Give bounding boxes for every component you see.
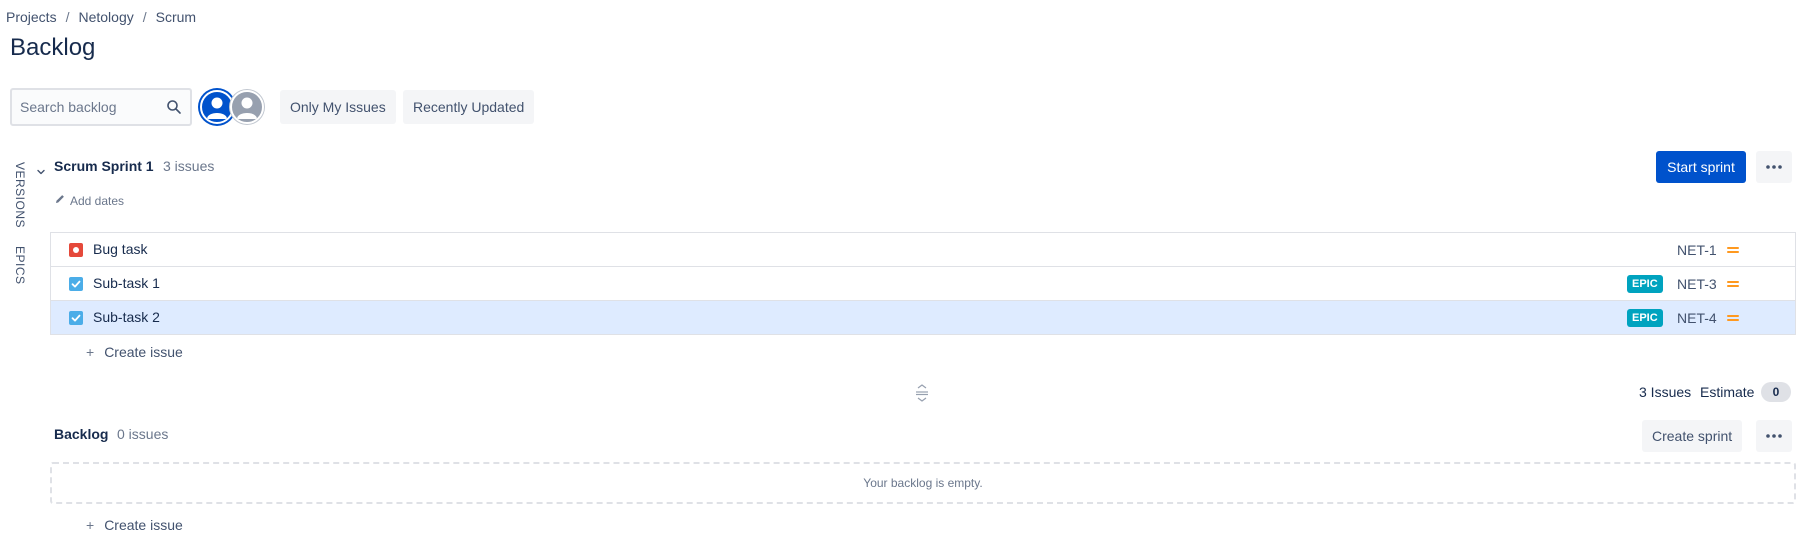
- estimate-label: Estimate: [1700, 384, 1755, 400]
- more-icon: [1766, 165, 1782, 169]
- only-my-issues-button[interactable]: Only My Issues: [280, 90, 396, 124]
- backlog-empty-state: Your backlog is empty.: [50, 462, 1796, 504]
- search-icon[interactable]: [166, 99, 182, 115]
- breadcrumb-scrum[interactable]: Scrum: [156, 9, 196, 25]
- more-icon: [1766, 434, 1782, 438]
- issue-row[interactable]: Sub-task 1 EPIC NET-3: [51, 267, 1795, 301]
- versions-tab[interactable]: VERSIONS: [13, 162, 27, 228]
- breadcrumb: Projects / Netology / Scrum: [6, 9, 196, 25]
- user-icon: [207, 97, 227, 119]
- sprint-create-issue-button[interactable]: + Create issue: [86, 344, 183, 360]
- pencil-icon: [54, 193, 66, 208]
- avatar-filter-user-2[interactable]: [230, 90, 264, 124]
- priority-medium-icon: [1726, 311, 1740, 323]
- add-dates-link[interactable]: Add dates: [54, 193, 124, 208]
- create-sprint-button[interactable]: Create sprint: [1642, 420, 1743, 452]
- priority-medium-icon: [1726, 243, 1740, 255]
- backlog-create-issue-button[interactable]: + Create issue: [86, 517, 183, 533]
- bug-icon: [69, 243, 83, 257]
- issue-row[interactable]: Sub-task 2 EPIC NET-4: [51, 301, 1795, 334]
- backlog-more-button[interactable]: [1756, 420, 1792, 452]
- epic-badge[interactable]: EPIC: [1627, 309, 1663, 327]
- start-sprint-button[interactable]: Start sprint: [1656, 151, 1746, 183]
- sprint-issue-list: Bug task NET-1 Sub-task 1 EPIC NET-3 Sub…: [50, 232, 1796, 335]
- issue-row[interactable]: Bug task NET-1: [51, 233, 1795, 267]
- issue-key[interactable]: NET-1: [1677, 242, 1717, 258]
- create-issue-label: Create issue: [104, 517, 183, 533]
- user-icon: [237, 97, 257, 119]
- create-issue-label: Create issue: [104, 344, 183, 360]
- chevron-down-icon[interactable]: [36, 164, 46, 175]
- backlog-issue-count: 0 issues: [117, 426, 169, 442]
- add-dates-label: Add dates: [70, 193, 125, 208]
- page-title: Backlog: [10, 34, 96, 61]
- issue-key[interactable]: NET-3: [1677, 276, 1717, 292]
- breadcrumb-projects[interactable]: Projects: [6, 9, 57, 25]
- issue-summary[interactable]: Bug task: [93, 241, 147, 257]
- breadcrumb-netology[interactable]: Netology: [78, 9, 133, 25]
- backlog-empty-text: Your backlog is empty.: [863, 476, 983, 490]
- breadcrumb-separator: /: [65, 9, 70, 25]
- epic-badge[interactable]: EPIC: [1627, 275, 1663, 293]
- priority-medium-icon: [1726, 277, 1740, 289]
- plus-icon: +: [86, 344, 95, 360]
- epics-tab[interactable]: EPICS: [13, 246, 27, 285]
- estimate-value-badge: 0: [1761, 382, 1791, 402]
- sprint-name: Scrum Sprint 1: [54, 158, 154, 174]
- plus-icon: +: [86, 517, 95, 533]
- issue-summary[interactable]: Sub-task 2: [93, 309, 160, 325]
- search-box: [10, 88, 192, 126]
- subtask-checkbox-icon: [69, 311, 83, 325]
- sprint-issue-total: 3 Issues: [1639, 384, 1692, 400]
- backlog-section-title: Backlog: [54, 426, 109, 442]
- sprint-issue-count: 3 issues: [163, 158, 215, 174]
- drag-handle-icon[interactable]: [914, 384, 930, 402]
- breadcrumb-separator: /: [142, 9, 147, 25]
- subtask-checkbox-icon: [69, 277, 83, 291]
- issue-summary[interactable]: Sub-task 1: [93, 275, 160, 291]
- recently-updated-button[interactable]: Recently Updated: [403, 90, 535, 124]
- search-input[interactable]: [12, 90, 170, 124]
- issue-key[interactable]: NET-4: [1677, 310, 1717, 326]
- sprint-more-button[interactable]: [1756, 151, 1792, 183]
- avatar-filter-user-1[interactable]: [200, 90, 234, 124]
